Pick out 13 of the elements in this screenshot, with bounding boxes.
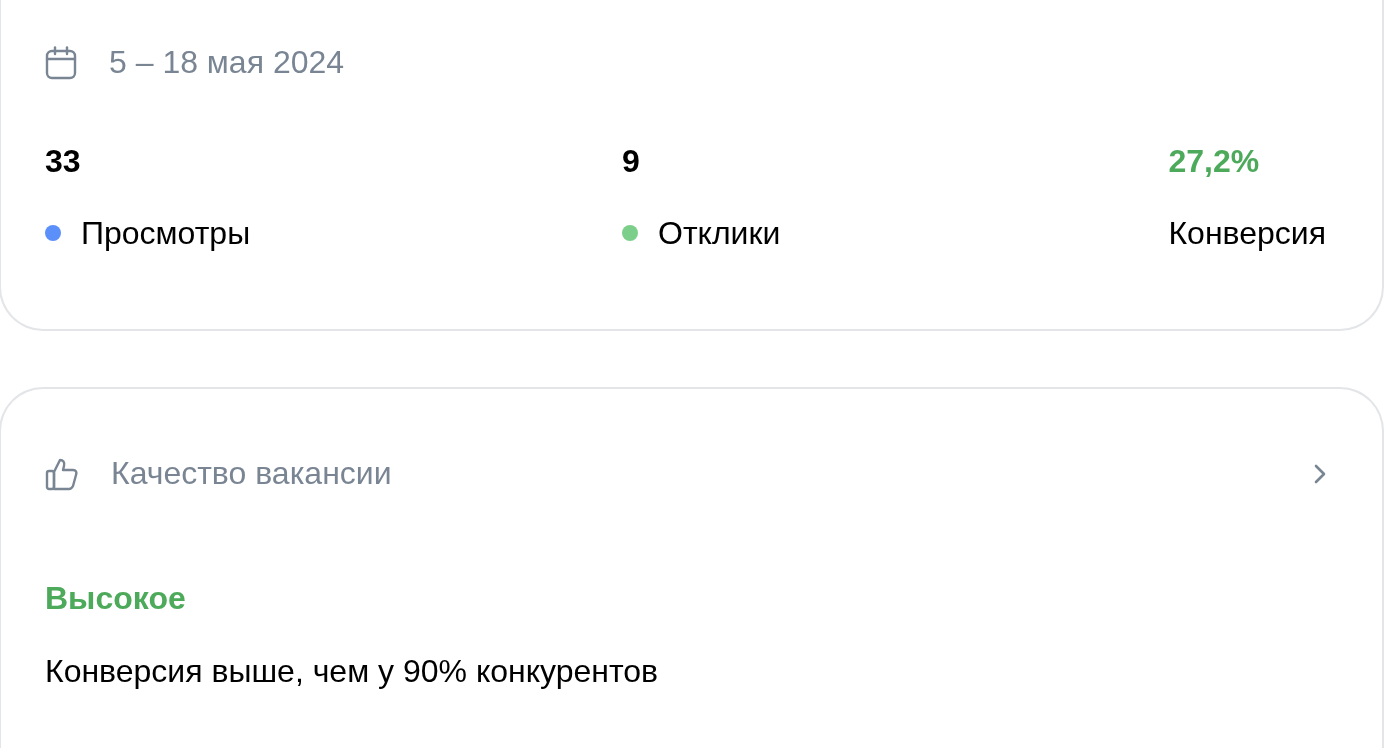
metric-value: 27,2% <box>1168 142 1261 181</box>
metric-label: Конверсия <box>1168 214 1326 253</box>
quality-description: Конверсия выше, чем у 90% конкурентов <box>45 653 660 690</box>
metric-label: Просмотры <box>81 214 251 253</box>
thumbs-up-icon <box>45 456 79 491</box>
metric-value: 33 <box>45 142 82 181</box>
calendar-icon <box>45 45 77 80</box>
date-range: 5 – 18 мая 2024 <box>109 44 345 81</box>
metric-value: 9 <box>622 142 641 181</box>
quality-rating: Высокое <box>45 580 187 617</box>
section-title: Качество вакансии <box>111 455 392 492</box>
chevron-right-icon[interactable] <box>1314 463 1326 484</box>
metric-label: Отклики <box>658 214 781 253</box>
